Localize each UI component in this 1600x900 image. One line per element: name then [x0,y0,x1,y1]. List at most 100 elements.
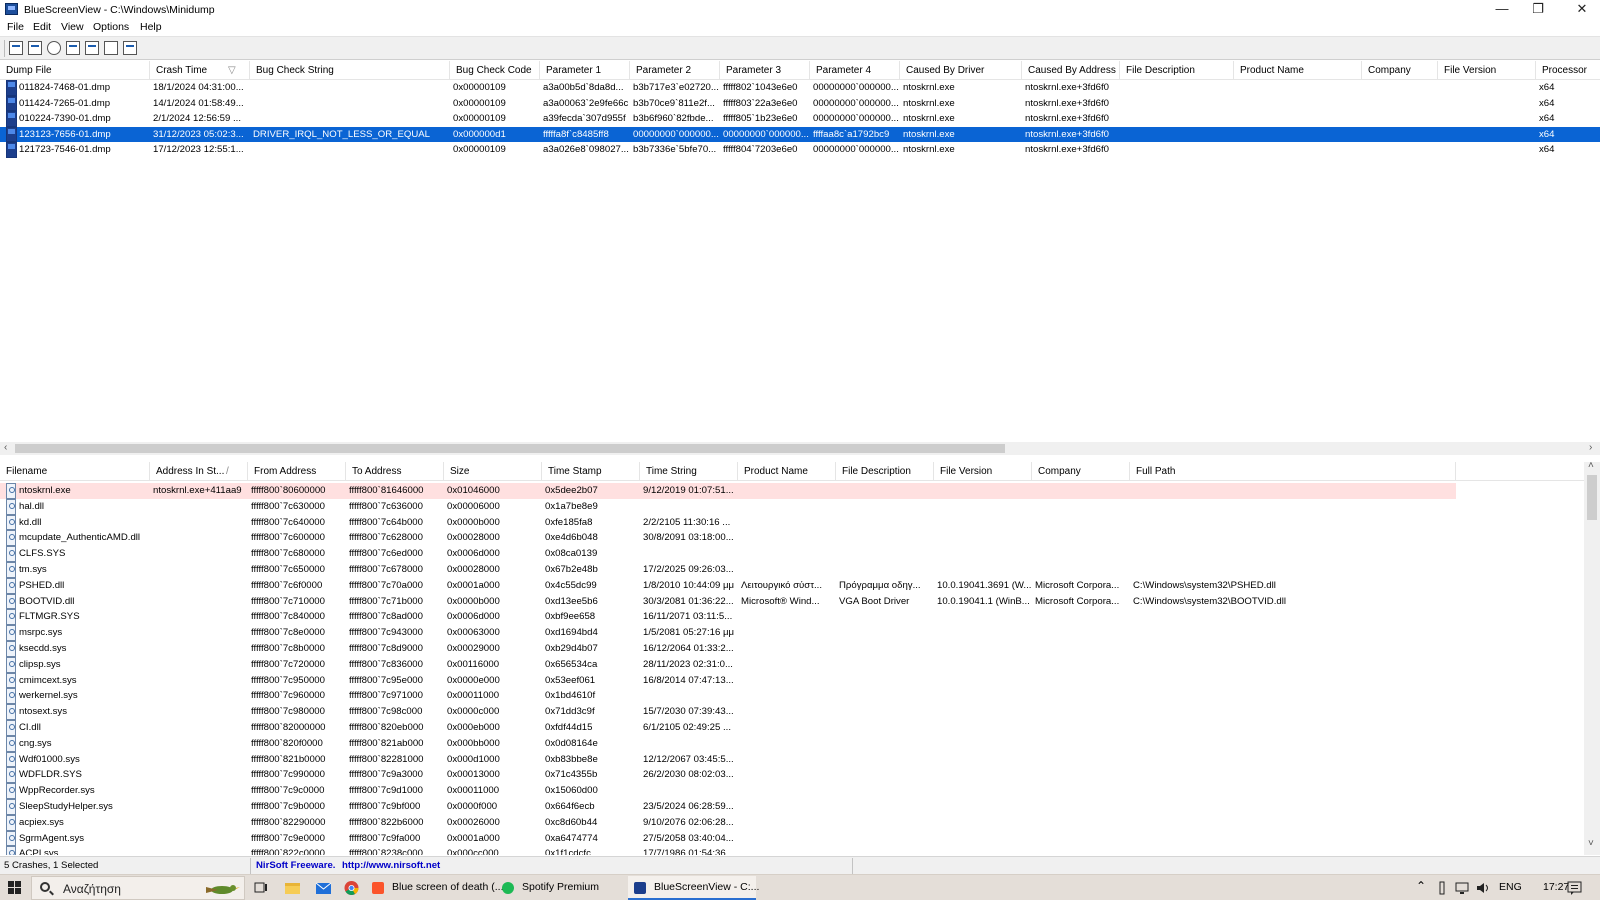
input-language[interactable]: ENG [1499,881,1522,893]
find-icon[interactable] [104,41,118,55]
task-spotify[interactable]: Spotify Premium [496,876,624,900]
column-header-file-description[interactable]: File Description [836,462,934,481]
driver-row[interactable]: mcupdate_AuthenticAMD.dll fffff800`7c6000… [0,530,1584,547]
menu-help[interactable]: Help [140,21,162,33]
cell-from-address: fffff800`82000000 [251,722,326,733]
minimize-button[interactable]: — [1484,0,1520,20]
menu-options[interactable]: Options [93,21,129,33]
driver-row[interactable]: clipsp.sys fffff800`7c720000 fffff800`7c83… [0,656,1584,673]
file-explorer-icon[interactable] [285,881,300,895]
exit-icon[interactable] [123,41,137,55]
column-header-product-name[interactable]: Product Name [1234,61,1362,80]
properties-icon[interactable] [85,41,99,55]
scrollbar-thumb[interactable] [15,444,1005,453]
crash-list-horizontal-scrollbar[interactable]: ‹ › [0,442,1600,455]
column-header-from-address[interactable]: From Address [248,462,346,481]
driver-row[interactable]: CLFS.SYS fffff800`7c680000 fffff800`7c6ed0… [0,546,1584,562]
column-header-size[interactable]: Size [444,462,542,481]
column-header-caused-by-driver[interactable]: Caused By Driver [900,61,1022,80]
nirsoft-link[interactable]: http://www.nirsoft.net [342,860,440,871]
maximize-button[interactable]: ❐ [1520,0,1556,20]
column-header-processor[interactable]: Processor [1536,61,1600,80]
driver-row[interactable]: PSHED.dll fffff800`7c6f0000 fffff800`7c70a… [0,577,1584,594]
cell-company [1362,127,1438,143]
driver-row[interactable]: Wdf01000.sys fffff800`821b0000 fffff800`82… [0,751,1584,768]
driver-row[interactable]: acpiex.sys fffff800`82290000 fffff800`822b… [0,814,1584,831]
driver-row[interactable]: BOOTVID.dll fffff800`7c710000 fffff800`7c7… [0,593,1584,610]
column-header-parameter-3[interactable]: Parameter 3 [720,61,810,80]
driver-row[interactable]: ntosext.sys fffff800`7c980000 fffff800`7c9… [0,704,1584,720]
copy-icon[interactable] [66,41,80,55]
column-header-bug-check-code[interactable]: Bug Check Code [450,61,540,80]
driver-row[interactable]: werkernel.sys fffff800`7c960000 fffff800`7… [0,688,1584,705]
clock[interactable]: 17:27 [1543,881,1569,893]
driver-row[interactable]: WDFLDR.SYS fffff800`7c990000 fffff800`7c9a… [0,767,1584,784]
task-bluescreenview[interactable]: BlueScreenView - C:... [628,876,759,900]
crash-row[interactable]: 011824-7468-01.dmp 18/1/2024 04:31:00... 0… [0,80,1600,96]
column-header-parameter-1[interactable]: Parameter 1 [540,61,630,80]
scrollbar-thumb[interactable] [1587,475,1597,520]
column-header-time-stamp[interactable]: Time Stamp [542,462,640,481]
driver-row[interactable]: kd.dll fffff800`7c640000 fffff800`7c64b000… [0,514,1584,531]
usb-device-icon[interactable] [1437,881,1447,895]
network-icon[interactable] [1455,881,1470,895]
driver-row[interactable]: SgrmAgent.sys fffff800`7c9e0000 fffff800`7… [0,830,1584,847]
driver-row[interactable]: SleepStudyHelper.sys fffff800`7c9b0000 fff… [0,799,1584,815]
driver-row[interactable]: ksecdd.sys fffff800`7c8b0000 fffff800`7c8d… [0,641,1584,657]
column-header-company[interactable]: Company [1362,61,1438,80]
driver-row[interactable]: msrpc.sys fffff800`7c8e0000 fffff800`7c943… [0,625,1584,641]
cell-file-description [1120,127,1234,143]
column-header-parameter-2[interactable]: Parameter 2 [630,61,720,80]
task-brave-browser[interactable]: Blue screen of death (... [366,876,503,900]
crash-row[interactable]: 121723-7546-01.dmp 17/12/2023 12:55:1... 0… [0,142,1600,158]
column-header-file-version[interactable]: File Version [934,462,1032,481]
crash-row[interactable]: 123123-7656-01.dmp 31/12/2023 05:02:3... D… [0,126,1600,143]
driver-list-vertical-scrollbar[interactable]: ˄ ˅ [1584,460,1600,855]
column-header-full-path[interactable]: Full Path [1130,462,1456,481]
driver-row[interactable]: ntoskrnl.exe ntoskrnl.exe+411aa9 fffff800`… [0,483,1456,499]
close-button[interactable]: ✕ [1564,0,1600,20]
mail-icon[interactable] [316,881,331,895]
driver-row[interactable]: cmimcext.sys fffff800`7c950000 fffff800`7c… [0,672,1584,689]
notifications-icon[interactable] [1567,881,1582,895]
column-header-caused-by-address[interactable]: Caused By Address [1022,61,1120,80]
driver-row[interactable]: WppRecorder.sys fffff800`7c9c0000 fffff800… [0,783,1584,799]
menu-file[interactable]: File [7,21,24,33]
driver-row[interactable]: ACPI.sys fffff800`822c0000 fffff800`8238c0… [0,846,1584,855]
html-report-icon[interactable] [9,41,23,55]
refresh-icon[interactable] [47,41,61,55]
column-header-time-string[interactable]: Time String [640,462,738,481]
scroll-right-icon[interactable]: › [1589,442,1592,453]
scroll-down-icon[interactable]: ˅ [1588,838,1594,849]
driver-row[interactable]: CI.dll fffff800`82000000 fffff800`820eb000… [0,720,1584,736]
menu-view[interactable]: View [61,21,84,33]
column-header-company[interactable]: Company [1032,462,1130,481]
driver-list[interactable]: Filename Address In St... / From Address To … [0,462,1584,855]
column-header-dump-file[interactable]: Dump File [0,61,150,80]
column-header-product-name[interactable]: Product Name [738,462,836,481]
task-view-icon[interactable] [254,881,269,895]
volume-icon[interactable] [1476,881,1491,895]
save-icon[interactable] [28,41,42,55]
crash-list[interactable]: Dump File Crash Time ▽ Bug Check String Bug … [0,61,1600,442]
column-header-bug-check-string[interactable]: Bug Check String [250,61,450,80]
column-header-parameter-4[interactable]: Parameter 4 [810,61,900,80]
menu-edit[interactable]: Edit [33,21,51,33]
taskbar-search-box[interactable]: Αναζήτηση [31,876,245,900]
column-header-file-version[interactable]: File Version [1438,61,1536,80]
scroll-up-icon[interactable]: ˄ [1588,460,1594,471]
column-header-file-description[interactable]: File Description [1120,61,1234,80]
crash-row[interactable]: 011424-7265-01.dmp 14/1/2024 01:58:49... 0… [0,95,1600,112]
crash-row[interactable]: 010224-7390-01.dmp 2/1/2024 12:56:59 ... 0… [0,111,1600,127]
windows-start-icon[interactable] [8,881,22,895]
driver-row[interactable]: cng.sys fffff800`820f0000 fffff800`821ab00… [0,735,1584,752]
column-header-to-address[interactable]: To Address [346,462,444,481]
scroll-left-icon[interactable]: ‹ [4,442,7,453]
driver-row[interactable]: FLTMGR.SYS fffff800`7c840000 fffff800`7c8a… [0,609,1584,626]
cell-time-stamp: 0xd13ee5b6 [545,595,598,607]
column-header-filename[interactable]: Filename [0,462,150,481]
chrome-icon[interactable] [344,881,359,895]
driver-row[interactable]: hal.dll fffff800`7c630000 fffff800`7c63600… [0,498,1584,515]
driver-row[interactable]: tm.sys fffff800`7c650000 fffff800`7c678000… [0,562,1584,578]
show-hidden-icons-chevron[interactable]: ⌃ [1416,879,1426,893]
